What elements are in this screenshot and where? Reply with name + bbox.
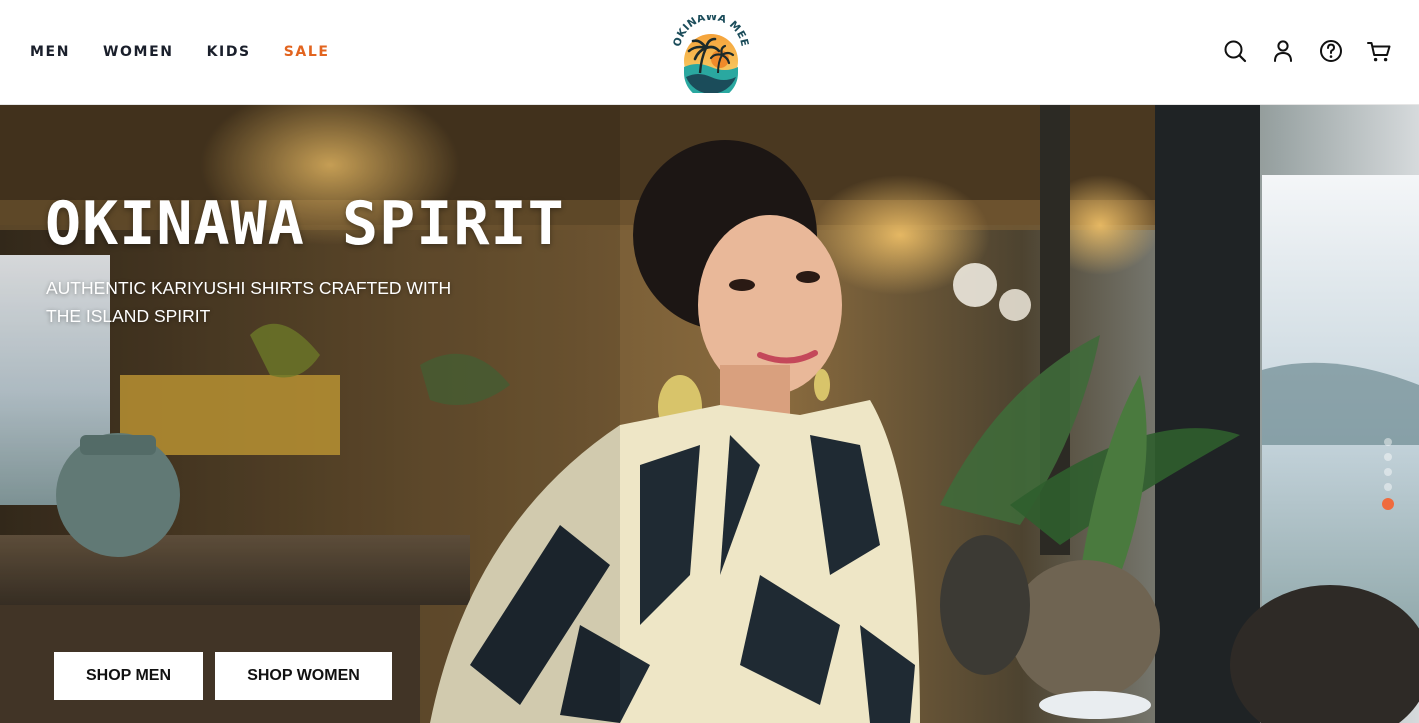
palm-tree-icon: OKINAWA MEE	[671, 11, 750, 100]
cart-icon[interactable]	[1367, 38, 1391, 64]
slide-dot-5[interactable]	[1382, 498, 1394, 510]
header-utilities	[1223, 38, 1391, 64]
nav-men[interactable]: MEN	[30, 42, 70, 62]
nav-women[interactable]: WOMEN	[103, 42, 174, 62]
brand-logo[interactable]: OKINAWA MEE	[670, 11, 752, 100]
site-header: MEN WOMEN KIDS SALE OKINAWA MEE	[0, 0, 1419, 105]
shop-men-button[interactable]: SHOP MEN	[54, 652, 203, 700]
main-nav: MEN WOMEN KIDS SALE	[30, 42, 363, 62]
account-icon[interactable]	[1271, 38, 1295, 64]
nav-kids[interactable]: KIDS	[207, 42, 251, 62]
shop-women-button[interactable]: SHOP WOMEN	[215, 652, 392, 700]
slide-dot-2[interactable]	[1384, 453, 1392, 461]
help-icon[interactable]	[1319, 38, 1343, 64]
nav-sale[interactable]: SALE	[284, 42, 330, 62]
slide-indicators	[1382, 438, 1394, 510]
slide-dot-1[interactable]	[1384, 438, 1392, 446]
hero-subtitle: AUTHENTIC KARIYUSHI SHIRTS CRAFTED WITH …	[46, 278, 452, 326]
search-icon[interactable]	[1223, 38, 1247, 64]
slide-dot-4[interactable]	[1384, 483, 1392, 491]
hero-title: OKINAWA SPIRIT	[45, 189, 565, 259]
hero-banner: OKINAWA SPIRIT AUTHENTIC KARIYUSHI SHIRT…	[0, 105, 1419, 723]
slide-dot-3[interactable]	[1384, 468, 1392, 476]
